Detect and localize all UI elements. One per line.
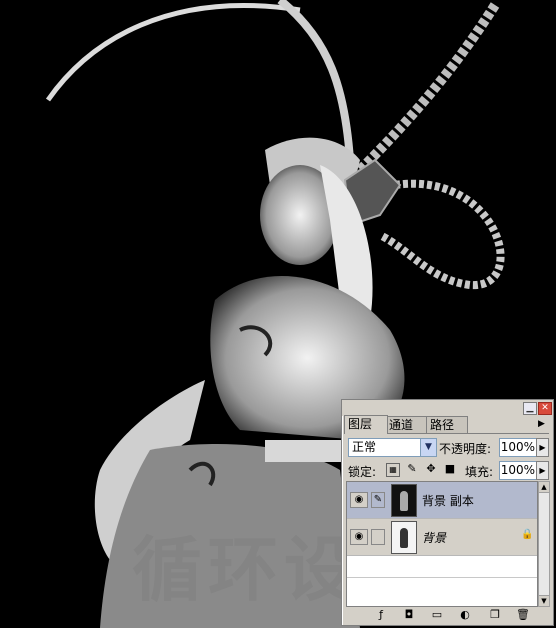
close-button[interactable]: ✕ [538,402,552,415]
lock-transparency-icon[interactable]: ▦ [386,463,400,477]
lock-label: 锁定: [348,465,377,479]
blend-mode-value: 正常 [352,440,377,454]
fill-label: 填充: [465,465,494,479]
layer-thumbnail [391,484,417,517]
fill-input[interactable]: 100% [499,461,537,480]
layer-row-background[interactable]: ◉ 背景 🔒 [347,519,537,556]
panel-bottom-bar: ƒ ◘ ▭ ◐ ❐ 🗑 [344,608,549,623]
tab-channels[interactable]: 通道 [385,416,427,433]
eye-icon[interactable]: ◉ [350,492,368,508]
new-group-icon[interactable]: ▭ [430,608,444,622]
panel-tabs: 图层 通道 路径 [344,415,549,434]
panel-titlebar[interactable]: ▁ ✕ [342,400,553,416]
scroll-up-icon[interactable]: ▲ [539,482,549,493]
layer-list-scrollbar[interactable]: ▲ ▼ [538,481,550,607]
delete-layer-icon[interactable]: 🗑 [516,608,530,622]
adjustment-layer-icon[interactable]: ◐ [458,608,472,622]
link-box-icon[interactable] [371,529,385,545]
lock-position-move-icon[interactable]: ✥ [425,463,437,475]
tab-layers[interactable]: 图层 [344,415,388,434]
opacity-input[interactable]: 100% [499,438,537,457]
lock-row: 锁定: ▦ ✎ ✥ ■ 填充: 100% ▶ [348,461,549,480]
panel-menu-arrow-icon[interactable]: ▶ [538,419,545,429]
add-style-icon[interactable]: ƒ [374,608,388,622]
add-mask-icon[interactable]: ◘ [402,608,416,622]
brush-active-icon[interactable]: ✎ [371,492,385,508]
blend-mode-select[interactable]: 正常 ▼ [348,438,437,457]
opacity-label: 不透明度: [439,442,492,456]
belt [265,440,345,462]
layer-name[interactable]: 背景 [422,529,446,546]
minimize-button[interactable]: ▁ [523,402,537,415]
layer-lock-icon: 🔒 [521,529,534,540]
lock-pixels-brush-icon[interactable]: ✎ [406,463,418,475]
layer-thumbnail [391,521,417,554]
chevron-down-icon[interactable]: ▼ [420,439,436,456]
eye-icon[interactable]: ◉ [350,529,368,545]
layer-row-background-copy[interactable]: ◉ ✎ 背景 副本 [347,482,537,519]
layer-list-divider [347,577,537,578]
scroll-down-icon[interactable]: ▼ [539,595,549,606]
layers-panel: ▁ ✕ 图层 通道 路径 ▶ 正常 ▼ 不透明度: 100% ▶ 锁定: ▦ ✎… [341,399,554,626]
fill-slider-arrow-icon[interactable]: ▶ [536,461,549,480]
layer-list: ◉ ✎ 背景 副本 ◉ 背景 🔒 [346,481,538,607]
lock-all-icon[interactable]: ■ [444,463,456,475]
opacity-slider-arrow-icon[interactable]: ▶ [536,438,549,457]
tab-paths[interactable]: 路径 [426,416,468,433]
layer-name[interactable]: 背景 副本 [422,492,474,509]
new-layer-icon[interactable]: ❐ [488,608,502,622]
